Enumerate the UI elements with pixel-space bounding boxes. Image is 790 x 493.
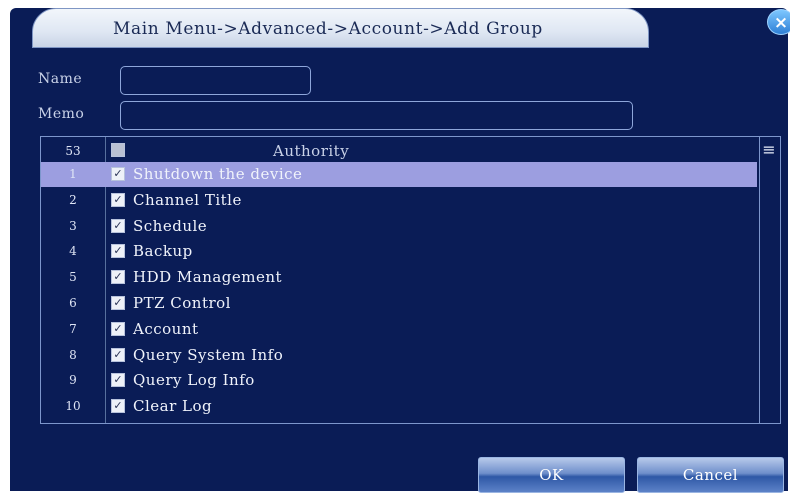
authority-label: PTZ Control bbox=[133, 294, 231, 312]
memo-input[interactable] bbox=[120, 101, 633, 130]
authority-label: Shutdown the device bbox=[133, 165, 303, 183]
authority-row[interactable]: 4 ✓ Backup bbox=[41, 239, 757, 264]
title-bar: Main Menu->Advanced->Account->Add Group bbox=[32, 8, 649, 48]
ok-button[interactable]: OK bbox=[478, 457, 625, 493]
authority-label: Schedule bbox=[133, 216, 208, 235]
row-number: 7 bbox=[69, 321, 77, 336]
authority-label: Channel Title bbox=[133, 190, 242, 209]
authority-label: Account bbox=[133, 319, 199, 338]
authority-row[interactable]: 10 ✓ Clear Log bbox=[41, 394, 757, 419]
authority-label: Query Log Info bbox=[133, 371, 255, 390]
authority-checkbox[interactable]: ✓ bbox=[111, 399, 125, 414]
authority-row[interactable]: 1 ✓ Shutdown the device bbox=[41, 162, 757, 187]
authority-header-row: 53 Authority bbox=[41, 140, 757, 162]
scroll-thumb[interactable]: ≡ bbox=[762, 142, 776, 161]
authority-label: Clear Log bbox=[133, 397, 213, 416]
authority-row[interactable]: 8 ✓ Query System Info bbox=[41, 343, 757, 368]
cancel-button[interactable]: Cancel bbox=[637, 457, 784, 493]
row-number: 1 bbox=[69, 167, 77, 181]
authority-row[interactable]: 5 ✓ HDD Management bbox=[41, 265, 757, 290]
authority-checkbox[interactable]: ✓ bbox=[111, 347, 125, 362]
close-button[interactable]: × bbox=[767, 9, 790, 35]
authority-label: HDD Management bbox=[133, 268, 283, 287]
row-number: 3 bbox=[69, 218, 77, 233]
row-number: 9 bbox=[69, 373, 77, 388]
authority-label: Backup bbox=[133, 242, 193, 261]
row-number: 6 bbox=[69, 296, 77, 310]
authority-row[interactable]: 7 ✓ Account bbox=[41, 317, 757, 342]
row-number: 2 bbox=[69, 192, 77, 207]
authority-row[interactable]: 6 ✓ PTZ Control bbox=[41, 291, 757, 316]
authority-row[interactable]: 2 ✓ Channel Title bbox=[41, 188, 757, 213]
scrollbar[interactable]: ≡ bbox=[759, 137, 779, 423]
authority-row[interactable]: 9 ✓ Query Log Info bbox=[41, 368, 757, 393]
dialog-title: Main Menu->Advanced->Account->Add Group bbox=[113, 19, 543, 39]
name-input[interactable] bbox=[120, 66, 311, 95]
select-all-checkbox[interactable] bbox=[111, 143, 125, 157]
authority-checkbox[interactable]: ✓ bbox=[111, 321, 125, 336]
row-number: 8 bbox=[69, 347, 77, 362]
memo-label: Memo bbox=[38, 106, 85, 122]
authority-checkbox[interactable]: ✓ bbox=[111, 192, 125, 207]
authority-row[interactable]: 3 ✓ Schedule bbox=[41, 214, 757, 239]
authority-checkbox[interactable]: ✓ bbox=[111, 373, 125, 388]
authority-checkbox[interactable]: ✓ bbox=[111, 296, 125, 310]
authority-label: Query System Info bbox=[133, 345, 284, 364]
add-group-dialog: Main Menu->Advanced->Account->Add Group … bbox=[10, 8, 790, 493]
authority-header: Authority bbox=[273, 142, 350, 160]
row-number: 10 bbox=[65, 399, 81, 414]
authority-count: 53 bbox=[65, 144, 81, 158]
authority-checkbox[interactable]: ✓ bbox=[111, 167, 125, 181]
authority-list: 53 Authority 1 ✓ Shutdown the device 2 ✓ Chan… bbox=[40, 136, 781, 424]
name-label: Name bbox=[38, 71, 83, 87]
authority-checkbox[interactable]: ✓ bbox=[111, 244, 125, 259]
row-number: 5 bbox=[69, 270, 77, 285]
row-number: 4 bbox=[69, 244, 77, 259]
authority-checkbox[interactable]: ✓ bbox=[111, 218, 125, 233]
authority-checkbox[interactable]: ✓ bbox=[111, 270, 125, 285]
